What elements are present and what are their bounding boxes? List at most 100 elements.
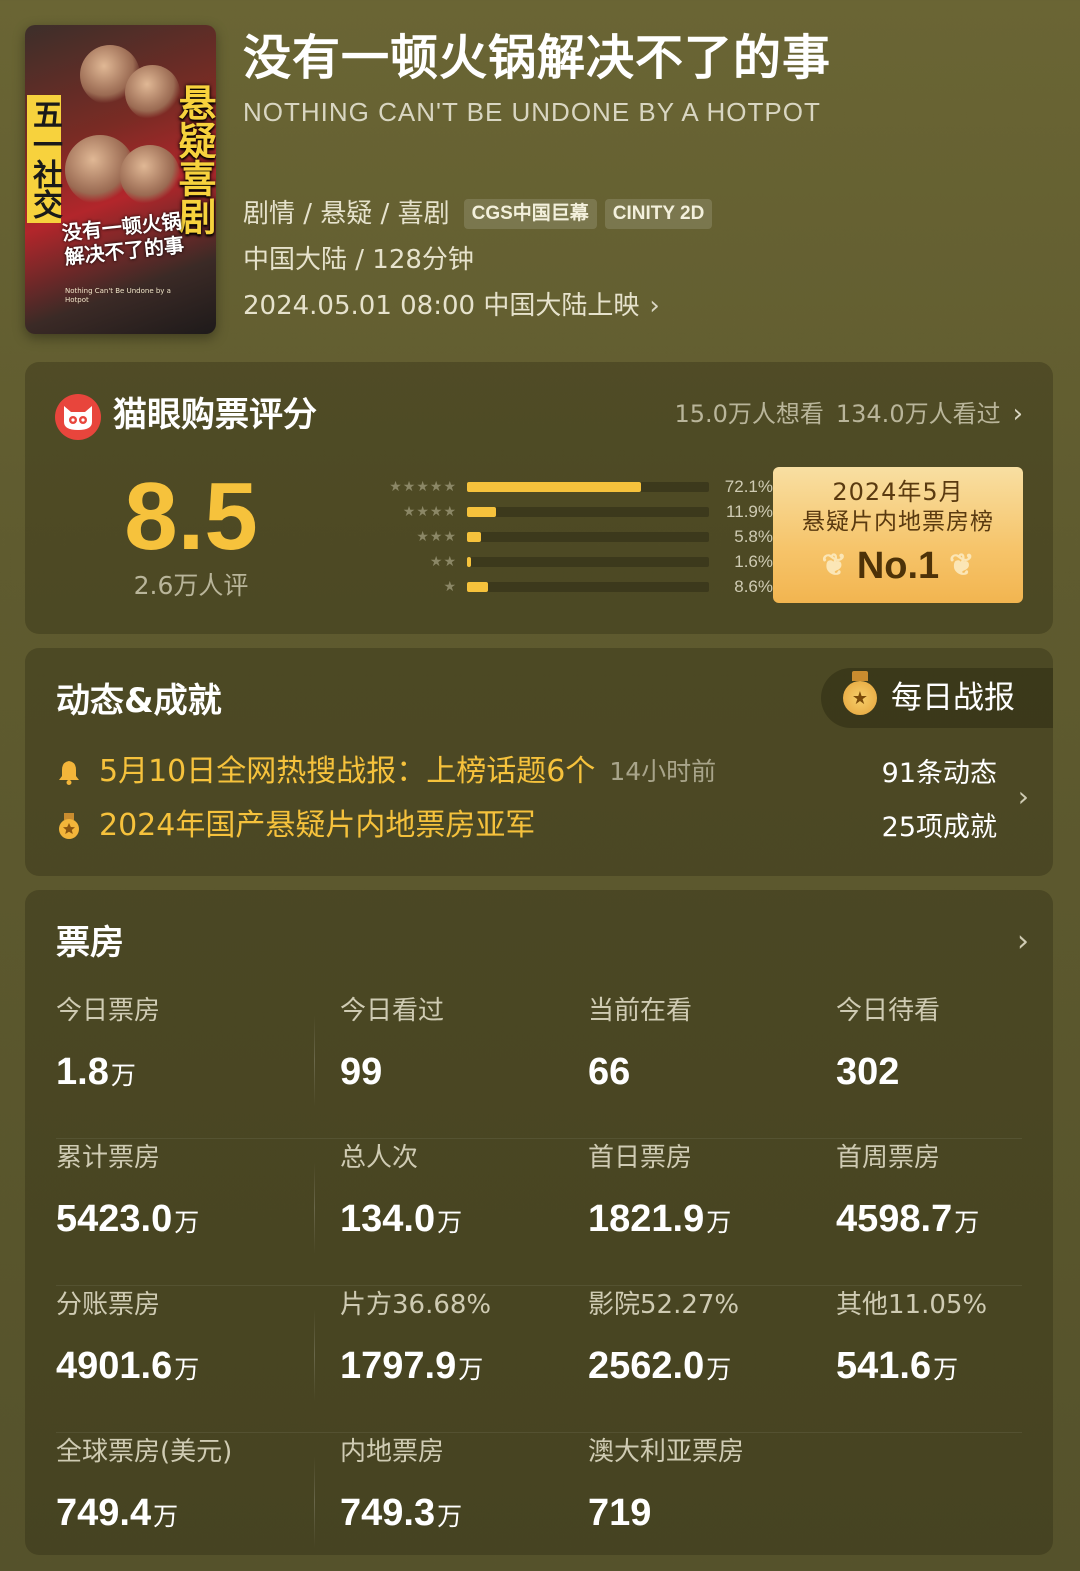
movie-title-english: NOTHING CAN'T BE UNDONE BY A HOTPOT xyxy=(243,97,821,127)
bell-icon xyxy=(55,758,83,786)
chevron-right-icon: › xyxy=(649,291,660,321)
stat-number: 4598.7 xyxy=(836,1198,953,1240)
daily-report-button[interactable]: ★ 每日战报 xyxy=(821,668,1053,728)
rating-bar-track xyxy=(467,582,709,592)
box-office-stat: 总人次 134.0万 xyxy=(340,1140,462,1286)
chevron-right-icon[interactable]: › xyxy=(1017,924,1029,959)
stat-value: 1821.9万 xyxy=(588,1196,731,1246)
medal-icon: ★ xyxy=(843,671,877,715)
box-office-row: 全球票房(美元) 749.4万 内地票房 749.3万 澳大利亚票房 719 xyxy=(56,1434,1022,1571)
rating-bar-track xyxy=(467,507,709,517)
stat-value: 719 xyxy=(588,1490,744,1536)
stat-label: 今日票房 xyxy=(56,996,161,1026)
rating-percent: 11.9% xyxy=(726,502,773,521)
rating-score: 8.5 xyxy=(124,463,258,570)
box-office-stat: 内地票房 749.3万 xyxy=(340,1434,462,1571)
box-office-stat: 今日票房 1.8万 xyxy=(56,993,160,1139)
news-item[interactable]: 5月10日全网热搜战报：上榜话题6个 14小时前 xyxy=(55,752,716,792)
poster-title: 没有一顿火锅 解决不了的事 xyxy=(60,208,186,270)
box-office-stat: 当前在看 66 xyxy=(588,993,692,1139)
box-office-stat: 今日待看 302 xyxy=(836,993,940,1139)
stat-unit: 万 xyxy=(110,1061,136,1090)
rating-distribution-row: ★★★★ 11.9% xyxy=(345,502,773,522)
stat-value: 749.3万 xyxy=(340,1490,462,1540)
box-office-stat: 累计票房 5423.0万 xyxy=(56,1140,199,1286)
rating-bar-fill xyxy=(467,532,481,542)
box-office-stat: 首日票房 1821.9万 xyxy=(588,1140,731,1286)
news-item-time: 14小时前 xyxy=(609,757,717,786)
rating-bar-fill xyxy=(467,482,641,492)
stat-number: 719 xyxy=(588,1492,652,1534)
stat-number: 749.3 xyxy=(340,1492,436,1534)
news-item[interactable]: 2024年国产悬疑片内地票房亚军 xyxy=(55,806,535,846)
audience-stats-link[interactable]: 15.0万人想看 134.0万人看过 › xyxy=(674,396,1023,432)
stat-value: 99 xyxy=(340,1049,444,1095)
rank-period: 2024年5月 xyxy=(832,478,964,506)
stat-value: 5423.0万 xyxy=(56,1196,199,1246)
rating-bar-track xyxy=(467,532,709,542)
box-office-stat: 影院52.27% 2562.0万 xyxy=(588,1287,739,1433)
rating-bar-fill xyxy=(467,557,471,567)
stat-label: 内地票房 xyxy=(340,1437,445,1467)
stat-value: 2562.0万 xyxy=(588,1343,739,1393)
rating-count: 2.6万人评 xyxy=(133,571,249,600)
box-office-row: 分账票房 4901.6万 片方36.68% 1797.9万 影院52.27% 2562.0… xyxy=(56,1287,1022,1433)
chevron-right-icon: › xyxy=(1012,399,1023,429)
rating-bar-fill xyxy=(467,507,496,517)
stat-unit: 万 xyxy=(174,1208,200,1237)
stat-unit: 万 xyxy=(153,1502,179,1531)
stat-unit: 万 xyxy=(706,1355,732,1384)
stat-label: 片方36.68% xyxy=(340,1290,492,1320)
box-office-card: 票房 › 今日票房 1.8万 今日看过 99 当前在看 66 今日待看 302 累计票房 5423… xyxy=(25,890,1053,1555)
stat-label: 累计票房 xyxy=(56,1143,161,1173)
stat-value: 66 xyxy=(588,1049,692,1095)
star-icons: ★★ xyxy=(429,554,457,570)
rank-category: 悬疑片内地票房榜 xyxy=(802,509,994,535)
stat-label: 总人次 xyxy=(340,1143,419,1173)
box-office-row: 累计票房 5423.0万 总人次 134.0万 首日票房 1821.9万 首周票房 4598.… xyxy=(56,1140,1022,1286)
laurel-right-icon: ❦ xyxy=(949,549,975,582)
stat-value: 4598.7万 xyxy=(836,1196,979,1246)
news-item-text: 5月10日全网热搜战报：上榜话题6个 xyxy=(99,754,596,789)
rank-badge[interactable]: 2024年5月 悬疑片内地票房榜 ❦ No.1 ❦ xyxy=(773,467,1023,603)
format-badge-cinity: CINITY 2D xyxy=(604,199,713,229)
rating-card: 猫眼购票评分 15.0万人想看 134.0万人看过 › 8.5 2.6万人评 ★… xyxy=(25,362,1053,634)
chevron-right-icon[interactable]: › xyxy=(1018,780,1029,813)
box-office-stat: 全球票房(美元) 749.4万 xyxy=(56,1434,232,1571)
stat-unit: 万 xyxy=(437,1208,463,1237)
rating-distribution-row: ★ 8.6% xyxy=(345,577,773,597)
box-office-stat: 其他11.05% 541.6万 xyxy=(836,1287,987,1433)
rating-distribution-row: ★★★★★ 72.1% xyxy=(345,477,773,497)
movie-release-link[interactable]: 2024.05.01 08:00 中国大陆上映 › xyxy=(243,289,660,323)
stat-label: 首日票房 xyxy=(588,1143,693,1173)
news-card: 动态&成就 ★ 每日战报 5月10日全网热搜战报：上榜话题6个 14小时前 20… xyxy=(25,648,1053,876)
column-divider xyxy=(314,1309,315,1401)
rating-title: 猫眼购票评分 xyxy=(113,395,317,435)
star-icons: ★★★★ xyxy=(402,504,457,520)
stat-value: 134.0万 xyxy=(340,1196,462,1246)
maoyan-cat-icon xyxy=(55,394,101,440)
rank-position: No.1 xyxy=(856,545,940,587)
stat-number: 134.0 xyxy=(340,1198,436,1240)
stat-number: 1.8 xyxy=(56,1051,109,1093)
achievements-count[interactable]: 25项成就 xyxy=(882,808,997,848)
stat-number: 749.4 xyxy=(56,1492,152,1534)
movie-header: 五一社交 悬疑喜剧 没有一顿火锅 解决不了的事 Nothing Can't Be… xyxy=(0,0,1080,350)
stat-value: 4901.6万 xyxy=(56,1343,199,1393)
stat-unit: 万 xyxy=(174,1355,200,1384)
star-icons: ★★★★★ xyxy=(389,479,457,495)
box-office-title: 票房 xyxy=(56,923,124,963)
dynamics-count[interactable]: 91条动态 xyxy=(882,754,997,794)
rating-bar-track xyxy=(467,482,709,492)
box-office-stat: 分账票房 4901.6万 xyxy=(56,1287,199,1433)
stat-unit: 万 xyxy=(706,1208,732,1237)
stat-unit: 万 xyxy=(933,1355,959,1384)
stat-value: 541.6万 xyxy=(836,1343,987,1393)
stat-value: 749.4万 xyxy=(56,1490,232,1540)
box-office-stat: 澳大利亚票房 719 xyxy=(588,1434,744,1571)
stat-label: 今日看过 xyxy=(340,996,445,1026)
movie-poster[interactable]: 五一社交 悬疑喜剧 没有一顿火锅 解决不了的事 Nothing Can't Be… xyxy=(25,25,216,334)
want-see-count: 15.0万人想看 xyxy=(674,400,824,428)
stat-label: 影院52.27% xyxy=(588,1290,740,1320)
stat-number: 541.6 xyxy=(836,1345,932,1387)
